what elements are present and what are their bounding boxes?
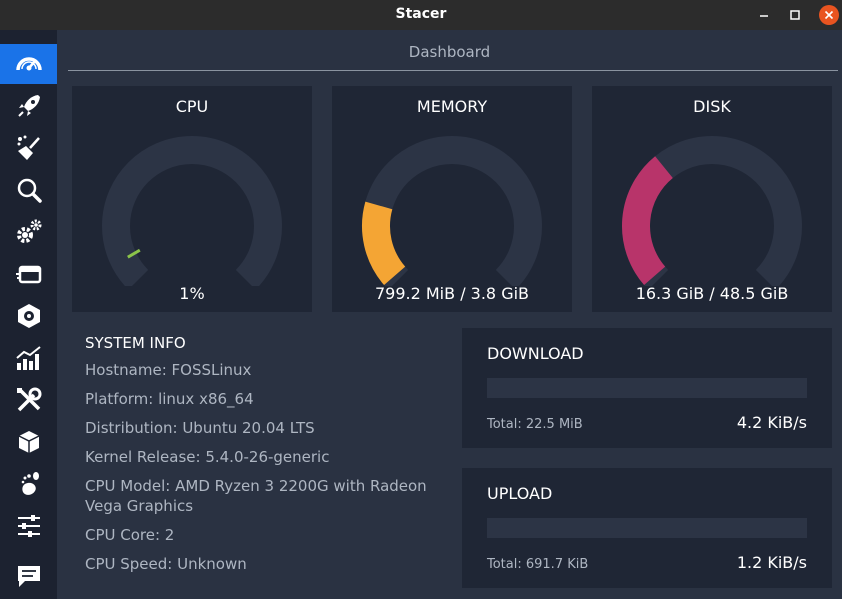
disk-gauge-card: DISK 16.3 GiB / 48.5 GiB bbox=[592, 86, 832, 312]
package-icon bbox=[18, 431, 39, 453]
uninstaller-icon bbox=[17, 304, 40, 328]
rocket-icon bbox=[17, 95, 40, 117]
sidebar-item-helpers[interactable] bbox=[0, 380, 57, 420]
memory-gauge-card: MEMORY 799.2 MiB / 3.8 GiB bbox=[332, 86, 572, 312]
page-title: Dashboard bbox=[408, 43, 491, 61]
stacer-window: Stacer Dashboard CPU 1% MEMORY 799.2 MiB… bbox=[0, 0, 842, 599]
kernel-release-row: Kernel Release: 5.4.0-26-generic bbox=[85, 448, 330, 466]
cpu-gauge-track bbox=[102, 136, 282, 286]
sidebar-item-startup-apps[interactable] bbox=[0, 86, 57, 126]
platform-row: Platform: linux x86_64 bbox=[85, 390, 254, 408]
memory-gauge bbox=[362, 136, 542, 286]
system-info-title: SYSTEM INFO bbox=[85, 334, 186, 352]
sidebar-item-uninstaller[interactable] bbox=[0, 296, 57, 336]
title-divider bbox=[68, 70, 838, 71]
download-card: DOWNLOAD Total: 22.5 MiB 4.2 KiB/s bbox=[462, 328, 832, 448]
memory-gauge-fill bbox=[362, 201, 406, 286]
cpu-gauge-value: 1% bbox=[179, 284, 205, 303]
hostname-row: Hostname: FOSSLinux bbox=[85, 361, 252, 379]
upload-graph bbox=[487, 518, 807, 538]
sidebar-item-processes[interactable] bbox=[0, 254, 57, 294]
sidebar-item-settings[interactable] bbox=[0, 506, 57, 546]
gears-icon bbox=[16, 219, 41, 243]
sidebar-item-gnome-settings[interactable] bbox=[0, 464, 57, 504]
download-total: Total: 22.5 MiB bbox=[487, 417, 583, 432]
disk-gauge-title: DISK bbox=[693, 97, 731, 116]
gnome-icon bbox=[21, 472, 39, 495]
upload-speed: 1.2 KiB/s bbox=[736, 553, 807, 572]
sidebar-item-dashboard[interactable] bbox=[0, 44, 57, 84]
cpu-gauge-card: CPU 1% bbox=[72, 86, 312, 312]
memory-gauge-value: 799.2 MiB / 3.8 GiB bbox=[374, 284, 530, 303]
sliders-icon bbox=[17, 515, 40, 537]
sidebar-item-system-cleaner[interactable] bbox=[0, 128, 57, 168]
services-icon bbox=[15, 265, 41, 284]
broom-icon bbox=[17, 135, 40, 160]
resources-chart-icon bbox=[15, 346, 41, 370]
close-button[interactable] bbox=[819, 5, 839, 25]
sidebar-item-resources[interactable] bbox=[0, 338, 57, 378]
speedometer-icon bbox=[15, 57, 42, 71]
download-title: DOWNLOAD bbox=[487, 344, 584, 363]
sidebar-item-feedback[interactable] bbox=[0, 556, 57, 596]
download-graph bbox=[487, 378, 807, 398]
chat-icon bbox=[17, 566, 40, 587]
distribution-row: Distribution: Ubuntu 20.04 LTS bbox=[85, 419, 315, 437]
sidebar-item-search[interactable] bbox=[0, 170, 57, 210]
main-content: Dashboard CPU 1% MEMORY 799.2 MiB / 3.8 … bbox=[57, 30, 842, 599]
cpu-gauge-title: CPU bbox=[175, 97, 209, 116]
close-icon bbox=[824, 10, 834, 20]
upload-title: UPLOAD bbox=[487, 484, 553, 503]
maximize-icon bbox=[790, 10, 800, 20]
system-info: SYSTEM INFO Hostname: FOSSLinux Platform… bbox=[85, 334, 465, 583]
cpu-model-row: CPU Model: AMD Ryzen 3 2200G with Radeon… bbox=[85, 477, 427, 515]
sidebar-item-services[interactable] bbox=[0, 212, 57, 252]
disk-gauge bbox=[622, 136, 802, 286]
sidebar bbox=[0, 30, 57, 599]
tools-icon bbox=[16, 387, 41, 412]
upload-total: Total: 691.7 KiB bbox=[487, 557, 589, 572]
title-bar: Stacer bbox=[0, 0, 842, 30]
disk-gauge-fill bbox=[622, 156, 674, 286]
cpu-gauge bbox=[102, 136, 282, 286]
upload-card: UPLOAD Total: 691.7 KiB 1.2 KiB/s bbox=[462, 468, 832, 588]
disk-gauge-value: 16.3 GiB / 48.5 GiB bbox=[635, 284, 789, 303]
cpu-speed-row: CPU Speed: Unknown bbox=[85, 555, 247, 573]
download-speed: 4.2 KiB/s bbox=[736, 413, 807, 432]
sidebar-item-apt-repositories[interactable] bbox=[0, 422, 57, 462]
window-title: Stacer bbox=[395, 6, 447, 22]
cpu-core-row: CPU Core: 2 bbox=[85, 526, 175, 544]
search-icon bbox=[17, 178, 42, 203]
minimize-icon bbox=[760, 15, 768, 17]
maximize-button[interactable] bbox=[785, 5, 805, 25]
minimize-button[interactable] bbox=[754, 5, 774, 25]
memory-gauge-title: MEMORY bbox=[416, 97, 488, 116]
